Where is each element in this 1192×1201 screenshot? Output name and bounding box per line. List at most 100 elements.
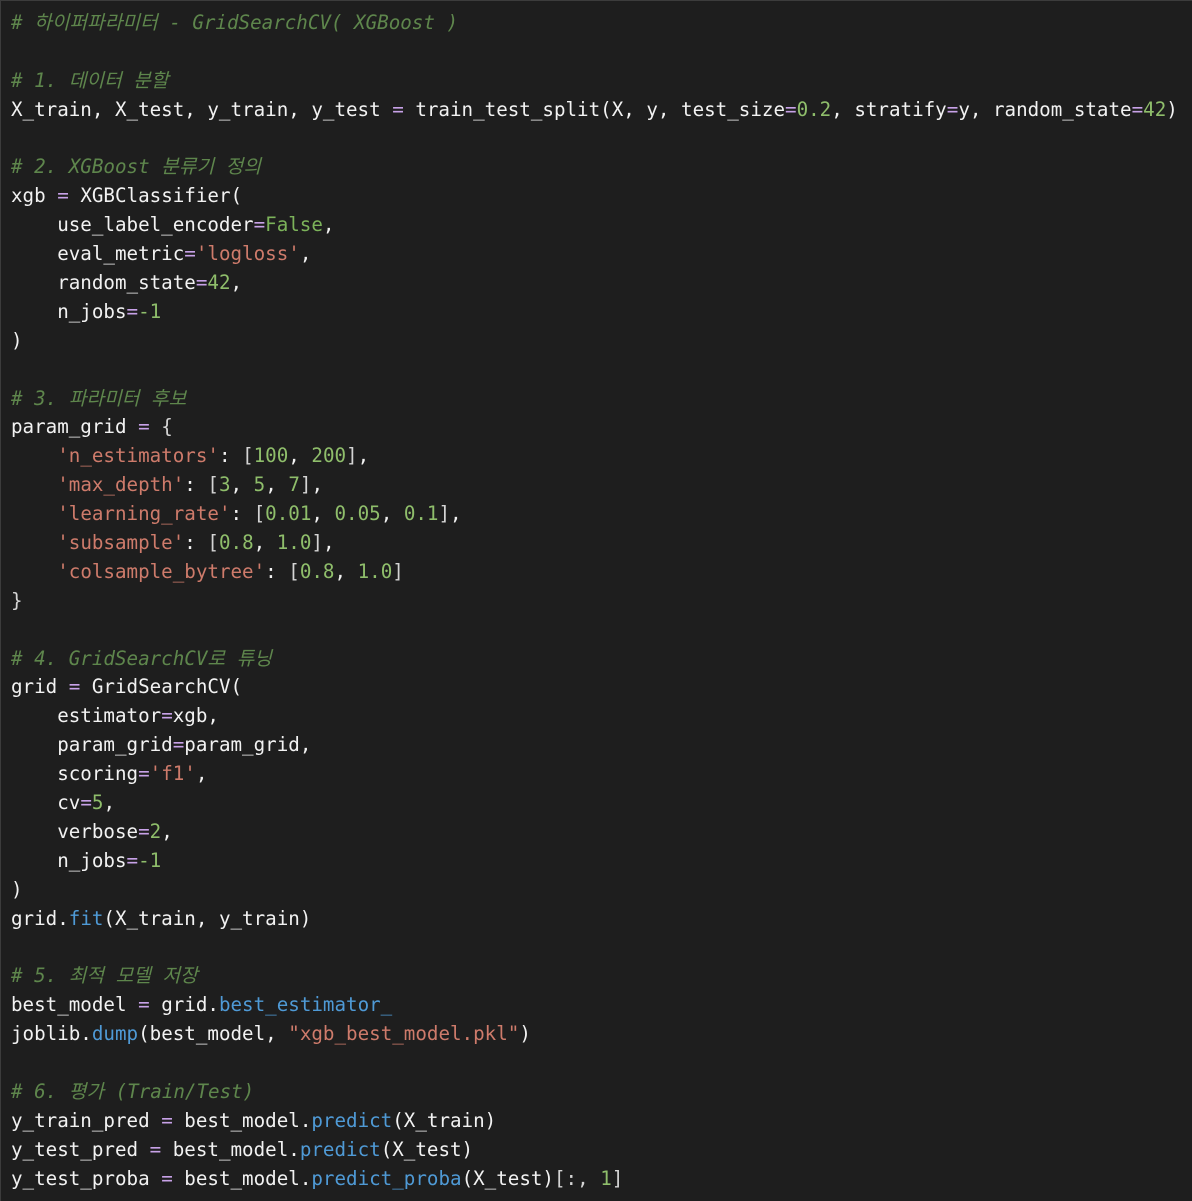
code-line: n_jobs=-1 [11,298,1178,327]
code-token-number: 200 [311,444,347,468]
code-token-string: 'learning_rate' [57,502,231,526]
code-token-bracket: ] [299,473,312,497]
code-line: y_test_pred = best_model.predict(X_test) [11,1136,1178,1165]
code-token-number: -1 [138,299,162,323]
code-token-plain: , stratify [831,97,947,121]
code-token-plain: (X_test) [380,1137,474,1161]
code-line: param_grid=param_grid, [11,731,1178,760]
code-token-number: 42 [1143,97,1167,121]
code-line: best_model = grid.best_estimator_ [11,991,1178,1020]
code-line: # 4. GridSearchCV로 튜닝 [11,645,1178,674]
code-token-string: 'logloss' [195,242,300,266]
code-token-number: 3 [218,473,231,497]
code-line: 'n_estimators': [100, 200], [11,442,1178,471]
code-token-number: 1 [600,1166,612,1190]
code-token-method: predict_proba [311,1166,462,1190]
code-token-plain: eval_metric [11,242,185,266]
code-token-plain: ) [11,877,23,901]
code-token-plain: , [195,762,208,786]
code-token-plain: , [265,473,289,497]
code-token-plain: , [322,213,335,237]
code-token-plain: y_test_pred [11,1137,150,1161]
code-token-plain: best_model [11,993,139,1017]
code-token-comment: # 2. XGBoost 분류기 정의 [11,155,261,179]
code-token-plain: y_train_pred [11,1108,162,1132]
code-line: random_state=42, [11,269,1178,298]
code-token-plain: use_label_encoder [11,213,254,237]
code-token-bracket: [ [207,473,219,497]
code-token-number: 42 [207,271,231,295]
code-token-bracket: ] [311,531,323,555]
code-token-number: -1 [138,848,162,872]
code-line: # 3. 파라미터 후보 [11,385,1178,414]
code-line: grid.fit(X_train, y_train) [11,905,1178,934]
code-token-plain: verbose [11,819,139,843]
code-token-plain: , [299,242,312,266]
code-token-number: 0.8 [299,559,335,583]
code-token-plain: xgb [11,184,58,208]
code-token-string: 'colsample_bytree' [57,559,266,583]
code-token-string: 'f1' [149,762,196,786]
code-token-plain: : [218,444,243,468]
code-token-method: predict [299,1137,381,1161]
code-token-method: fit [68,906,104,930]
code-token-operator: = [161,704,173,728]
code-line: cv=5, [11,789,1178,818]
code-token-operator: = [138,819,150,843]
code-token-plain: (X_train) [392,1108,497,1132]
code-token-plain: best_model. [172,1108,312,1132]
code-line: n_jobs=-1 [11,847,1178,876]
code-token-plain: param_grid [11,415,139,439]
code-token-operator: = [138,415,150,439]
code-token-comment: # 5. 최적 모델 저장 [11,964,198,988]
code-token-plain: param_grid, [184,733,312,757]
code-line: # 6. 평가 (Train/Test) [11,1078,1178,1107]
code-editor[interactable]: # 하이퍼파라미터 - GridSearchCV( XGBoost ) # 1.… [0,0,1192,1201]
code-block[interactable]: # 하이퍼파라미터 - GridSearchCV( XGBoost ) # 1.… [11,9,1178,1194]
code-token-plain: grid. [11,906,69,930]
code-token-plain: , [357,444,370,468]
code-token-method: dump [91,1022,139,1046]
code-token-bracket: { [161,415,173,439]
code-token-keyword: False [265,213,323,237]
code-token-plain: estimator [11,704,162,728]
code-token-number: 1.0 [357,559,393,583]
code-token-number: 5 [91,791,104,815]
code-line: scoring='f1', [11,760,1178,789]
code-token-plain: grid [11,675,69,699]
code-token-plain: xgb, [172,704,219,728]
code-token-number: 0.2 [796,97,832,121]
code-token-operator: = [80,791,92,815]
code-token-comment: # 6. 평가 (Train/Test) [11,1079,255,1103]
code-token-bracket: [ [207,531,219,555]
code-token-plain: (X_test) [461,1166,554,1190]
code-token-operator: = [785,97,797,121]
code-token-operator: = [184,242,196,266]
code-token-plain: (best_model, [138,1022,289,1046]
code-line: ) [11,327,1178,356]
code-token-operator: = [392,97,404,121]
code-line: ) [11,876,1178,905]
code-token-plain: : [265,559,289,583]
code-line: } [11,587,1178,616]
code-token-plain: , [161,819,173,843]
code-token-bracket: [ [253,502,266,526]
code-token-bracket: ] [438,502,451,526]
code-line: # 5. 최적 모델 저장 [11,962,1178,991]
code-token-number: 0.8 [218,531,254,555]
code-line: y_test_proba = best_model.predict_proba(… [11,1165,1178,1194]
code-token-method: predict [311,1108,393,1132]
code-token-plain: train_test_split(X, y, test_size [403,97,785,121]
code-token-plain: best_model. [172,1166,312,1190]
code-token-operator: = [1131,97,1144,121]
code-line: y_train_pred = best_model.predict(X_trai… [11,1107,1178,1136]
code-token-operator: = [161,1166,173,1190]
code-token-number: 0.05 [334,502,381,526]
code-token-comment: # 하이퍼파라미터 - GridSearchCV( XGBoost ) [11,11,459,34]
code-line: 'learning_rate': [0.01, 0.05, 0.1], [11,500,1178,529]
